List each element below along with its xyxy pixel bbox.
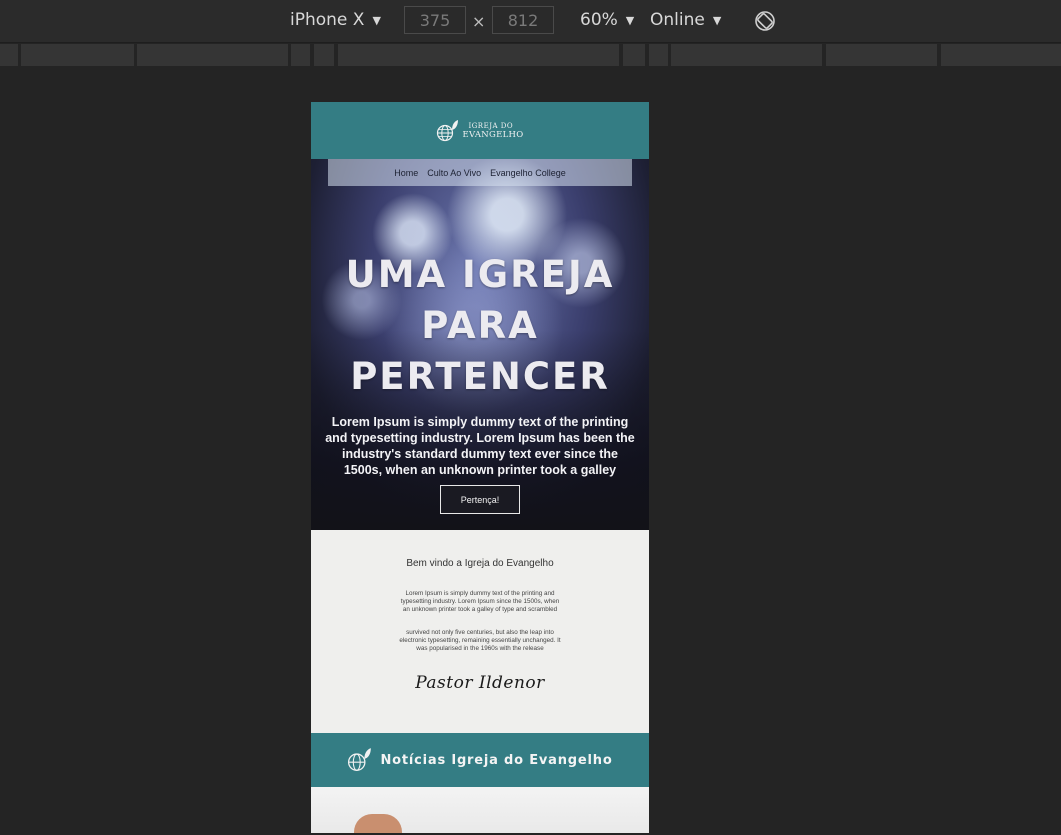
media-query-segment[interactable] [338, 44, 619, 66]
nav-link-culto-ao-vivo[interactable]: Culto Ao Vivo [427, 168, 481, 178]
hero-title-line: PARA [421, 304, 539, 347]
hero-title-line: UMA IGREJA [345, 253, 615, 296]
height-input[interactable]: 812 [492, 6, 554, 34]
zoom-value: 60% [580, 10, 618, 30]
throttling-value: Online [650, 10, 705, 30]
logo-wordmark: IGREJA DO EVANGELHO [462, 122, 523, 140]
site-header: IGREJA DO EVANGELHO [311, 102, 649, 159]
logo[interactable]: IGREJA DO EVANGELHO [436, 119, 523, 143]
globe-leaf-icon [348, 748, 372, 771]
hero-description: Lorem Ipsum is simply dummy text of the … [325, 415, 635, 477]
media-query-segment[interactable] [291, 44, 310, 66]
hero-section: Home Culto Ao Vivo Evangelho College UMA… [311, 159, 649, 530]
device-name: iPhone X [290, 10, 365, 30]
media-query-segment[interactable] [826, 44, 937, 66]
media-query-segment[interactable] [649, 44, 668, 66]
media-query-segment[interactable] [314, 44, 334, 66]
welcome-title: Bem vindo a Igreja do Evangelho [406, 558, 554, 569]
media-query-segment[interactable] [21, 44, 134, 66]
nav-link-home[interactable]: Home [394, 168, 418, 178]
news-image-hand [354, 814, 402, 833]
width-input[interactable]: 375 [404, 6, 466, 34]
device-viewport: IGREJA DO EVANGELHO Home Culto Ao Vivo E… [311, 102, 649, 833]
welcome-paragraph: Lorem Ipsum is simply dummy text of the … [400, 590, 560, 613]
media-query-segment[interactable] [671, 44, 822, 66]
logo-text-bottom: EVANGELHO [462, 129, 524, 140]
nav-link-evangelho-college[interactable]: Evangelho College [490, 168, 566, 178]
news-header: Notícias Igreja do Evangelho [311, 733, 649, 787]
welcome-section: Bem vindo a Igreja do Evangelho Lorem Ip… [311, 530, 649, 733]
media-query-segment[interactable] [0, 44, 18, 66]
media-query-segment[interactable] [137, 44, 288, 66]
hero-title-line: PERTENCER [350, 355, 610, 398]
pastor-signature: Pastor Ildenor [415, 673, 545, 693]
globe-leaf-icon [437, 119, 459, 141]
media-query-segment[interactable] [941, 44, 1061, 66]
throttling-select[interactable]: Online ▼ [650, 10, 721, 30]
device-toolbar: iPhone X ▼ 375 × 812 60% ▼ Online ▼ [0, 0, 1061, 43]
chevron-down-icon: ▼ [625, 13, 635, 27]
media-query-bar [0, 44, 1061, 68]
rotate-icon[interactable] [754, 10, 776, 32]
hero-title: UMA IGREJA PARA PERTENCER [311, 249, 649, 402]
zoom-select[interactable]: 60% ▼ [580, 10, 634, 30]
main-nav: Home Culto Ao Vivo Evangelho College [328, 159, 632, 186]
welcome-paragraph: survived not only five centuries, but al… [399, 629, 561, 652]
chevron-down-icon: ▼ [712, 13, 722, 27]
dimension-separator: × [472, 12, 486, 31]
news-title: Notícias Igreja do Evangelho [380, 752, 613, 768]
pertenca-button[interactable]: Pertença! [440, 485, 520, 514]
device-select[interactable]: iPhone X ▼ [290, 10, 381, 30]
media-query-segment[interactable] [623, 44, 645, 66]
news-image[interactable] [311, 787, 649, 833]
chevron-down-icon: ▼ [372, 13, 381, 27]
